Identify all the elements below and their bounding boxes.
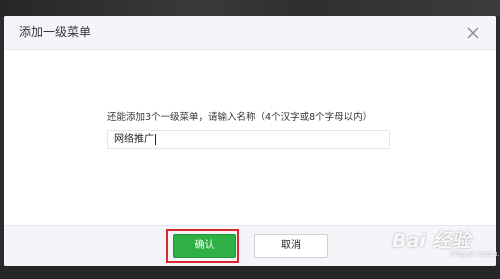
text-caret xyxy=(155,133,156,145)
menu-name-input[interactable]: 网络推广 xyxy=(107,130,390,149)
menu-name-hint: 还能添加3个一级菜单，请输入名称（4个汉字或8个字母以内） xyxy=(107,112,373,123)
watermark-logo: Bai 经验 xyxy=(392,230,471,252)
watermark-url: jingyan.baidu.com xyxy=(450,250,500,258)
confirm-button[interactable]: 确认 xyxy=(173,234,236,258)
page-backdrop-bottom xyxy=(0,266,500,279)
dialog-title: 添加一级菜单 xyxy=(19,25,92,39)
page-backdrop-top xyxy=(0,0,500,16)
close-button[interactable] xyxy=(461,21,485,45)
baidu-jingyan-watermark: Bai 经验 jingyan.baidu.com xyxy=(392,226,500,260)
cancel-button[interactable]: 取消 xyxy=(254,234,328,258)
menu-name-input-value: 网络推广 xyxy=(114,134,154,145)
close-icon xyxy=(467,27,479,39)
dialog-header: 添加一级菜单 xyxy=(4,16,496,50)
dialog-body: 还能添加3个一级菜单，请输入名称（4个汉字或8个字母以内） 网络推广 xyxy=(4,50,496,225)
